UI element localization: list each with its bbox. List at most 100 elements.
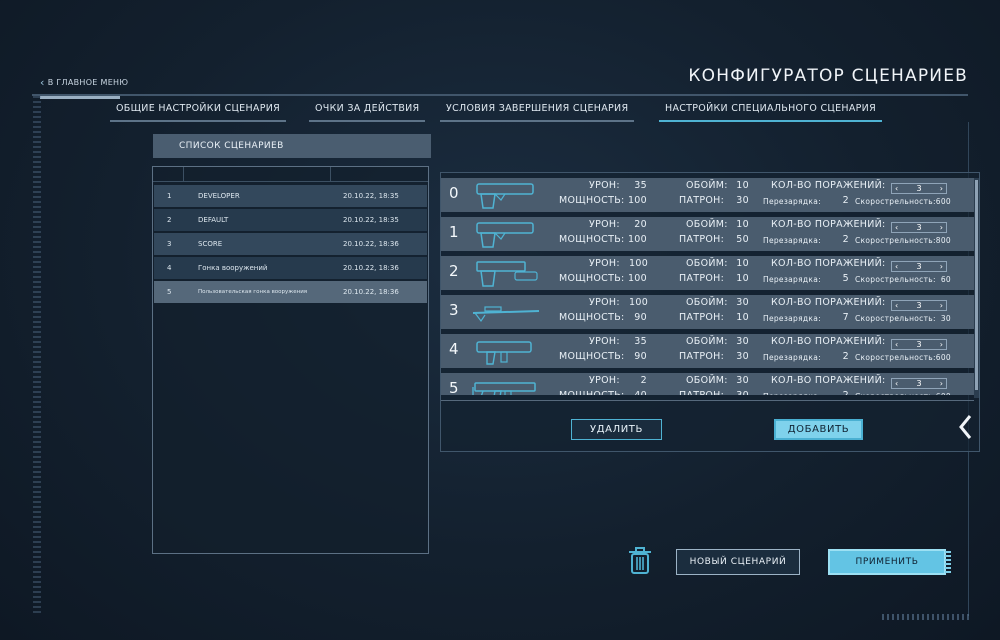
power-label: МОЩНОСТЬ: [559, 273, 625, 284]
scenario-date: 20.10.22, 18:36 [343, 288, 399, 296]
chevron-right-icon[interactable]: › [937, 301, 946, 310]
weapon-row[interactable]: 4 УРОН: 35 МОЩНОСТЬ: 90 ОБОЙМ: 30 ПАТРОН: 30 КОЛ-… [441, 334, 974, 368]
new-scenario-button[interactable]: НОВЫЙ СЦЕНАРИЙ [676, 549, 800, 575]
scenario-row-selected[interactable]: 5 Пользовательская гонка вооружения 20.1… [154, 281, 427, 303]
power-value: 100 [627, 195, 647, 206]
kills-value: 3 [916, 301, 922, 310]
weapon-row[interactable]: 2 УРОН: 100 МОЩНОСТЬ: 100 ОБОЙМ: 10 ПАТРОН: 10 КО… [441, 256, 974, 290]
kills-label: КОЛ-ВО ПОРАЖЕНИЙ: [771, 180, 886, 191]
clips-label: ОБОЙМ: [686, 297, 728, 308]
ammo-value: 50 [736, 234, 749, 245]
trash-icon[interactable] [628, 547, 652, 575]
scenario-date: 20.10.22, 18:35 [343, 216, 399, 224]
weapon-row[interactable]: 5УРОН:2МОЩНОСТЬ:40ОБОЙМ:30ПАТРОН:30КОЛ-В… [441, 373, 974, 395]
scenario-name: Пользовательская гонка вооружения [198, 289, 308, 295]
scenario-name: DEFAULT [198, 216, 229, 224]
kills-label: КОЛ-ВО ПОРАЖЕНИЙ: [771, 336, 886, 347]
kills-stepper[interactable]: ‹ 3 › [891, 183, 947, 194]
back-to-main-menu-link[interactable]: ‹ В ГЛАВНОЕ МЕНЮ [40, 76, 128, 89]
power-value: 90 [634, 351, 647, 362]
chevron-right-icon[interactable]: › [937, 223, 946, 232]
rate-label: Скорострельность: [855, 314, 936, 323]
clips-value: 30 [736, 336, 749, 347]
damage-label: УРОН: [589, 336, 620, 347]
ammo-label: ПАТРОН: [679, 195, 725, 206]
chevron-left-icon[interactable]: ‹ [892, 340, 901, 349]
scenario-date: 20.10.22, 18:36 [343, 264, 399, 272]
scenario-num: 3 [167, 240, 172, 248]
kills-label: КОЛ-ВО ПОРАЖЕНИЙ: [771, 258, 886, 269]
weapons-scrollbar-thumb[interactable] [975, 180, 978, 390]
scenario-row[interactable]: 3 SCORE 20.10.22, 18:36 [154, 233, 427, 255]
chevron-right-icon[interactable]: › [937, 184, 946, 193]
chevron-left-icon[interactable]: ‹ [892, 379, 901, 388]
add-weapon-button[interactable]: ДОБАВИТЬ [774, 419, 863, 440]
clips-label: ОБОЙМ: [686, 375, 728, 386]
apply-button[interactable]: ПРИМЕНИТЬ [828, 549, 946, 575]
reload-label: Перезарядка: [763, 275, 821, 284]
ammo-label: ПАТРОН: [679, 234, 725, 245]
page-title: КОНФИГУРАТОР СЦЕНАРИЕВ [688, 66, 968, 86]
damage-value: 35 [634, 336, 647, 347]
chevron-right-icon[interactable]: › [937, 340, 946, 349]
kills-stepper[interactable]: ‹ 3 › [891, 222, 947, 233]
reload-label: Перезарядка: [763, 197, 821, 206]
kills-value: 3 [916, 340, 922, 349]
chevron-left-icon[interactable]: ‹ [892, 223, 901, 232]
damage-value: 35 [634, 180, 647, 191]
rate-label: Скорострельность: [855, 392, 936, 395]
column-header-num [153, 167, 184, 181]
ammo-value: 30 [731, 390, 749, 395]
scenario-row[interactable]: 1 DEVELOPER 20.10.22, 18:35 [154, 185, 427, 207]
chevron-left-icon[interactable]: ‹ [892, 184, 901, 193]
ammo-label: ПАТРОН: [679, 273, 725, 284]
ammo-label: ПАТРОН: [679, 390, 724, 395]
rate-value: 60 [940, 275, 951, 284]
reload-value: 2 [837, 390, 849, 395]
tab-general-settings[interactable]: ОБЩИЕ НАСТРОЙКИ СЦЕНАРИЯ [110, 103, 287, 122]
tab-end-conditions[interactable]: УСЛОВИЯ ЗАВЕРШЕНИЯ СЦЕНАРИЯ [440, 103, 635, 122]
kills-stepper[interactable]: ‹ 3 › [891, 339, 947, 350]
damage-value: 20 [634, 219, 647, 230]
kills-stepper[interactable]: ‹ 3 › [891, 261, 947, 272]
chevron-right-icon[interactable]: › [937, 262, 946, 271]
reload-label: Перезарядка: [763, 353, 821, 362]
kills-value: 3 [916, 223, 922, 232]
scenario-num: 4 [167, 264, 172, 272]
kills-label: КОЛ-ВО ПОРАЖЕНИЙ: [771, 219, 886, 230]
rate-value: 600 [935, 353, 951, 362]
apply-decoration [945, 551, 951, 573]
kills-stepper[interactable]: ‹ 3 › [891, 378, 947, 389]
kills-stepper[interactable]: ‹ 3 › [891, 300, 947, 311]
damage-value: 100 [629, 258, 649, 269]
tab-action-points[interactable]: ОЧКИ ЗА ДЕЙСТВИЯ [309, 103, 426, 122]
power-value: 40 [627, 390, 647, 395]
scenario-row[interactable]: 4 Гонка вооружений 20.10.22, 18:36 [154, 257, 427, 279]
column-header-name [184, 167, 332, 181]
chevron-left-icon[interactable]: ‹ [892, 262, 901, 271]
chevron-right-icon[interactable]: › [937, 379, 946, 388]
power-value: 90 [634, 312, 647, 323]
weapon-number: 3 [449, 301, 459, 319]
weapon-number: 2 [449, 262, 459, 280]
collapse-chevron-icon[interactable] [958, 414, 972, 446]
scenario-name: DEVELOPER [198, 192, 240, 200]
side-decoration [33, 96, 41, 616]
weapon-row[interactable]: 0 УРОН: 35 МОЩНОСТЬ: 100 ОБОЙМ: 10 ПАТРОН: 30 КОЛ… [441, 178, 974, 212]
weapon-number: 5 [449, 379, 459, 395]
tab-special-scenario[interactable]: НАСТРОЙКИ СПЕЦИАЛЬНОГО СЦЕНАРИЯ [659, 103, 882, 122]
chevron-left-icon[interactable]: ‹ [892, 301, 901, 310]
damage-value: 2 [640, 375, 647, 386]
assault-rifle-icon [472, 382, 536, 395]
weapon-row[interactable]: 1 УРОН: 20 МОЩНОСТЬ: 100 ОБОЙМ: 10 ПАТРОН: 50 КОЛ… [441, 217, 974, 251]
ammo-value: 30 [736, 195, 749, 206]
clips-value: 10 [736, 258, 749, 269]
weapon-row[interactable]: 3 УРОН: 100 МОЩНОСТЬ: 90 ОБОЙМ: 30 ПАТРОН: 10 КОЛ… [441, 295, 974, 329]
rate-label: Скорострельность: [855, 236, 936, 245]
rate-label: Скорострельность: [855, 353, 936, 362]
delete-weapon-button[interactable]: УДАЛИТЬ [571, 419, 662, 440]
scenario-date: 20.10.22, 18:35 [343, 192, 399, 200]
clips-label: ОБОЙМ: [686, 258, 728, 269]
power-label: МОЩНОСТЬ: [559, 234, 625, 245]
scenario-row[interactable]: 2 DEFAULT 20.10.22, 18:35 [154, 209, 427, 231]
